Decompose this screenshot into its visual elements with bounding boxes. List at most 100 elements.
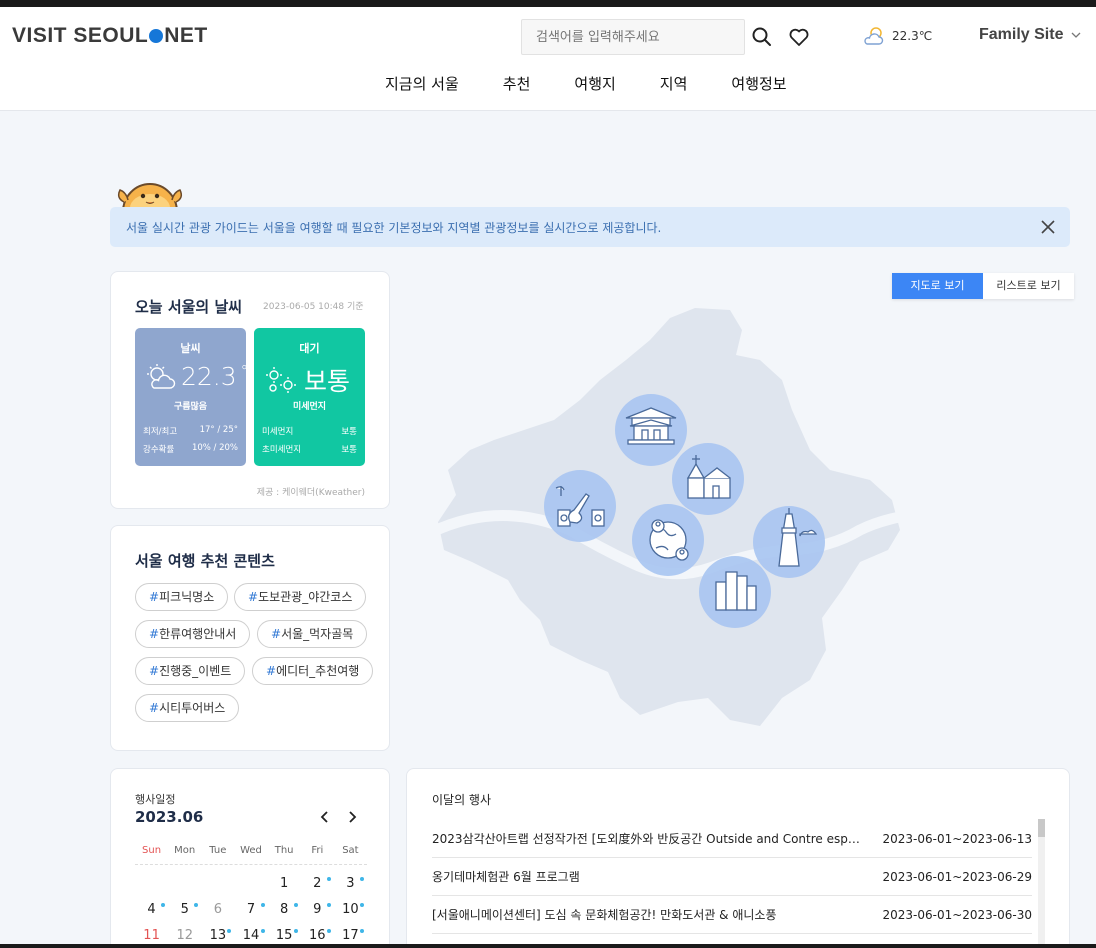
calendar-label: 행사일정 bbox=[135, 793, 176, 806]
browser-top-edge bbox=[0, 0, 1096, 7]
weather-timestamp: 2023-06-05 10:48 기준 bbox=[263, 302, 364, 312]
banner-text: 서울 실시간 관광 가이드는 서울을 여행할 때 필요한 기본정보와 지역별 관… bbox=[126, 221, 662, 235]
map-view-toggle: 지도로 보기 리스트로 보기 bbox=[892, 273, 1074, 299]
calendar-day[interactable]: 1 bbox=[268, 871, 301, 897]
air-row-value: 보통 bbox=[341, 427, 357, 437]
tag-chip[interactable]: #서울_먹자골목 bbox=[257, 620, 368, 648]
calendar-day[interactable]: 9 bbox=[301, 897, 334, 923]
weather-row-value: 10% / 20% bbox=[191, 443, 238, 453]
chevron-down-icon bbox=[1072, 32, 1081, 38]
weather-title: 오늘 서울의 날씨 bbox=[135, 298, 243, 316]
site-logo[interactable]: VISIT SEOUL NET bbox=[12, 24, 208, 48]
map-spot-palace[interactable] bbox=[615, 394, 687, 466]
map-spot-cathedral[interactable] bbox=[672, 443, 744, 515]
tag-chip[interactable]: #피크닉명소 bbox=[135, 583, 229, 611]
partly-cloudy-icon bbox=[147, 363, 176, 389]
weather-temperature: 22.3 bbox=[181, 362, 237, 391]
map-view-button[interactable]: 지도로 보기 bbox=[892, 273, 983, 299]
nav-item-recommend[interactable]: 추천 bbox=[503, 73, 531, 94]
tag-label: 한류여행안내서 bbox=[159, 627, 237, 641]
weather-temperature-unit: ° bbox=[240, 362, 249, 380]
event-date: 2023-06-01~2023-06-13 bbox=[882, 831, 1032, 846]
calendar-day[interactable]: 5 bbox=[168, 897, 201, 923]
nav-item-destinations[interactable]: 여행지 bbox=[574, 73, 615, 94]
nav-item-now-seoul[interactable]: 지금의 서울 bbox=[385, 73, 459, 94]
weather-row-label: 강수확률 bbox=[143, 445, 175, 455]
logo-dot bbox=[149, 29, 164, 43]
weather-row-label: 최저/최고 bbox=[143, 427, 178, 437]
map-spot-tower[interactable] bbox=[753, 506, 825, 578]
events-scrollbar[interactable] bbox=[1038, 819, 1045, 948]
weather-condition: 구름많음 bbox=[173, 402, 208, 412]
site-header: VISIT SEOUL NET 22.3℃ Family Site 지금의 서울 … bbox=[0, 7, 1096, 111]
weather-row-value: 17° / 25° bbox=[199, 425, 238, 435]
calendar-weekdays: Sun Mon Tue Wed Thu Fri Sat bbox=[135, 845, 367, 865]
nav-item-travel-info[interactable]: 여행정보 bbox=[731, 73, 786, 94]
scrollbar-thumb[interactable] bbox=[1038, 819, 1045, 837]
dust-icon bbox=[266, 367, 296, 393]
event-row[interactable]: 2023삼각산아트랩 선정작가전 [도외度外와 반反공간 Outside and… bbox=[432, 820, 1032, 858]
air-row-pm10: 미세먼지 보통 bbox=[262, 425, 357, 437]
heart-icon[interactable] bbox=[787, 25, 811, 49]
close-icon[interactable] bbox=[1038, 217, 1058, 237]
calendar-day[interactable]: 7 bbox=[234, 897, 267, 923]
event-name: 2023삼각산아트랩 선정작가전 [도외度外와 반反공간 Outside and… bbox=[432, 832, 862, 846]
calendar-grid: Sun Mon Tue Wed Thu Fri Sat 1 2 3 4 5 6 7 8 9 10 1… bbox=[135, 845, 367, 948]
tag-chip[interactable]: #에디터_추천여행 bbox=[252, 657, 374, 685]
calendar-day[interactable]: 3 bbox=[334, 871, 367, 897]
weather-tile: 날씨 22.3 ° 구름많음 최저/최고 17° / 25° 강수확률 10% /… bbox=[135, 328, 249, 466]
weekday-fri: Fri bbox=[311, 845, 324, 856]
weekday-wed: Wed bbox=[240, 845, 262, 856]
tag-label: 서울_먹자골목 bbox=[281, 627, 354, 641]
events-card: 이달의 행사 2023삼각산아트랩 선정작가전 [도외度外와 반反공간 Outs… bbox=[406, 768, 1070, 948]
search-icon[interactable] bbox=[750, 25, 774, 49]
air-row-pm25: 초미세먼지 보통 bbox=[262, 443, 357, 455]
nav-item-region[interactable]: 지역 bbox=[660, 73, 688, 94]
family-site-label: Family Site bbox=[979, 26, 1064, 43]
air-row-label: 미세먼지 bbox=[262, 427, 294, 437]
prev-month-icon[interactable] bbox=[317, 809, 333, 825]
calendar-day[interactable]: 4 bbox=[135, 897, 168, 923]
map-spot-buildings[interactable] bbox=[699, 556, 771, 628]
weather-row-precip: 강수확률 10% / 20% bbox=[143, 443, 238, 455]
weather-source: 제공 : 케이웨더(Kweather) bbox=[256, 488, 365, 498]
recommend-title: 서울 여행 추천 콘텐츠 bbox=[135, 552, 275, 570]
event-row[interactable]: [서울애니메이션센터] 도심 속 문화체험공간! 만화도서관 & 애니소풍 20… bbox=[432, 896, 1032, 934]
main-nav: 지금의 서울 추천 여행지 지역 여행정보 bbox=[385, 73, 787, 94]
calendar-day[interactable]: 2 bbox=[301, 871, 334, 897]
tag-chip[interactable]: #도보관광_야간코스 bbox=[234, 583, 367, 611]
air-quality-condition: 미세먼지 bbox=[292, 402, 327, 412]
calendar-day[interactable]: 6 bbox=[201, 897, 234, 923]
calendar-day[interactable]: 8 bbox=[268, 897, 301, 923]
tag-label: 에디터_추천여행 bbox=[276, 664, 360, 678]
map-spot-global[interactable] bbox=[632, 504, 704, 576]
info-banner: 서울 실시간 관광 가이드는 서울을 여행할 때 필요한 기본정보와 지역별 관… bbox=[110, 207, 1070, 247]
weekday-tue: Tue bbox=[209, 845, 227, 856]
map-spot-music[interactable] bbox=[544, 470, 616, 542]
tag-chip[interactable]: #진행중_이벤트 bbox=[135, 657, 246, 685]
calendar-empty-cell bbox=[234, 871, 267, 897]
events-list: 2023삼각산아트랩 선정작가전 [도외度外와 반反공간 Outside and… bbox=[432, 820, 1032, 934]
search-input[interactable] bbox=[521, 19, 745, 55]
list-view-button[interactable]: 리스트로 보기 bbox=[983, 273, 1074, 299]
tag-chip[interactable]: #한류여행안내서 bbox=[135, 620, 251, 648]
tag-label: 도보관광_야간코스 bbox=[258, 590, 353, 604]
tag-label: 피크닉명소 bbox=[159, 590, 215, 604]
tag-chip[interactable]: #시티투어버스 bbox=[135, 694, 240, 722]
weekday-sun: Sun bbox=[142, 845, 162, 856]
seoul-map bbox=[430, 308, 916, 726]
air-quality-tile: 대기 보통 미세먼지 미세먼지 보통 초미세먼지 보통 bbox=[254, 328, 365, 466]
recommend-card: 서울 여행 추천 콘텐츠 #피크닉명소 #도보관광_야간코스 #한류여행안내서 … bbox=[110, 525, 390, 751]
event-row[interactable]: 옹기테마체험관 6월 프로그램 2023-06-01~2023-06-29 bbox=[432, 858, 1032, 896]
family-site-dropdown[interactable]: Family Site bbox=[979, 26, 1081, 44]
logo-text-net: NET bbox=[164, 24, 208, 47]
tag-label: 진행중_이벤트 bbox=[159, 664, 232, 678]
calendar-empty-cell bbox=[135, 871, 168, 897]
calendar-day[interactable]: 10 bbox=[334, 897, 367, 923]
air-row-label: 초미세먼지 bbox=[262, 445, 302, 455]
next-month-icon[interactable] bbox=[344, 809, 360, 825]
header-weather: 22.3℃ bbox=[862, 25, 932, 47]
event-name: [서울애니메이션센터] 도심 속 문화체험공간! 만화도서관 & 애니소풍 bbox=[432, 908, 777, 922]
calendar-card: 행사일정 2023.06 Sun Mon Tue Wed Thu Fri Sat… bbox=[110, 768, 390, 948]
weekday-mon: Mon bbox=[174, 845, 196, 856]
